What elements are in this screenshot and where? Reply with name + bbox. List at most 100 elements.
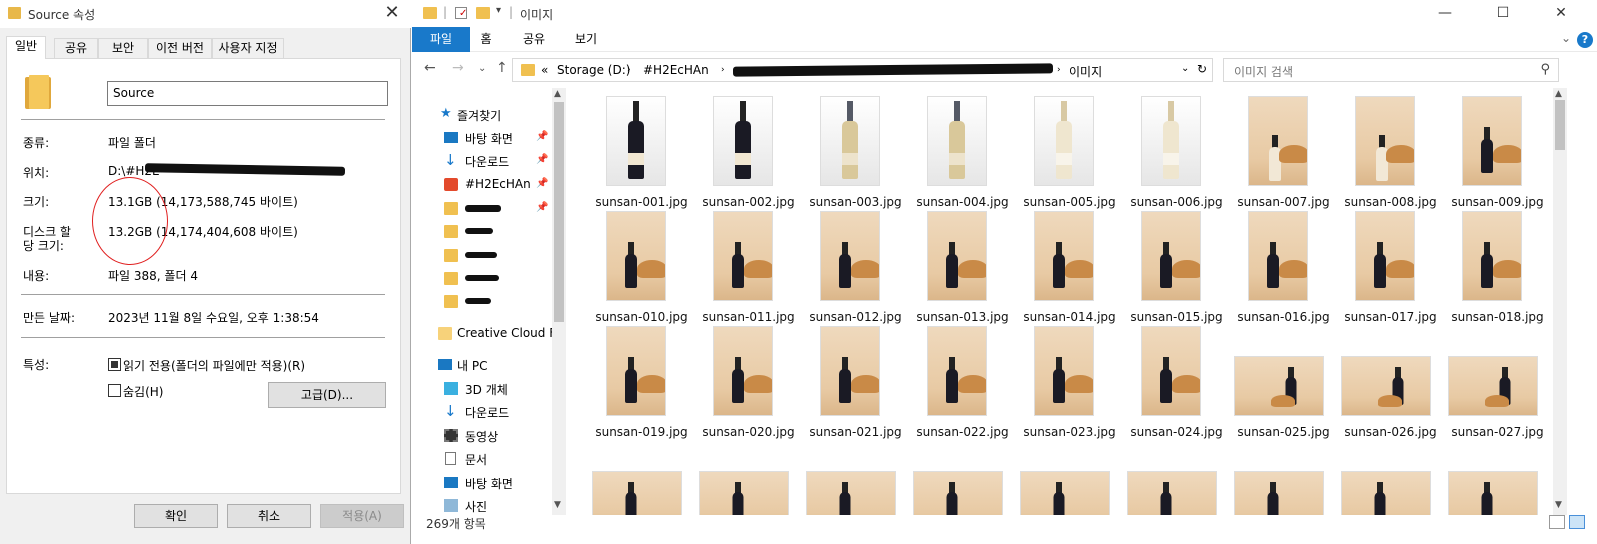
file-tile[interactable]: sunsan-003.jpg [802, 94, 909, 209]
address-overflow[interactable]: « [541, 63, 548, 77]
readonly-checkbox[interactable] [108, 358, 121, 371]
file-tile[interactable]: sunsan-013.jpg [909, 209, 1016, 324]
recent-locations-icon[interactable]: ⌄ [478, 63, 486, 74]
file-tile[interactable]: sunsan-012.jpg [802, 209, 909, 324]
folder-name-input[interactable]: Source [107, 81, 388, 106]
breadcrumb-chevron-icon[interactable]: › [721, 65, 725, 75]
file-tile[interactable] [1444, 439, 1551, 515]
cancel-button[interactable]: 취소 [227, 504, 311, 528]
apply-button[interactable]: 적용(A) [320, 504, 404, 528]
breadcrumb-folder[interactable]: #H2EcHAn [643, 63, 709, 77]
file-tile[interactable] [1230, 439, 1337, 515]
minimize-button[interactable]: — [1430, 3, 1460, 23]
tab-share[interactable]: 공유 [516, 27, 552, 52]
file-tile[interactable]: sunsan-005.jpg [1016, 94, 1123, 209]
address-dropdown-icon[interactable]: ⌄ [1181, 63, 1189, 74]
file-tile[interactable]: sunsan-022.jpg [909, 324, 1016, 439]
file-tile[interactable]: sunsan-017.jpg [1337, 209, 1444, 324]
file-tile[interactable]: sunsan-023.jpg [1016, 324, 1123, 439]
nav-documents[interactable]: 문서 [412, 448, 552, 470]
scrollbar-thumb[interactable] [1555, 100, 1565, 150]
file-tile[interactable] [1123, 439, 1230, 515]
file-tile[interactable]: sunsan-015.jpg [1123, 209, 1230, 324]
advanced-button[interactable]: 고급(D)... [268, 382, 386, 408]
quick-access-dropdown-icon[interactable]: ▾ [496, 5, 501, 16]
nav-redacted-folder[interactable]: 📌 [412, 198, 552, 220]
tab-file[interactable]: 파일 [412, 27, 470, 52]
nav-quick-access[interactable]: ★ 즐겨찾기 [412, 104, 552, 126]
file-tile[interactable]: sunsan-001.jpg [588, 94, 695, 209]
tab-security[interactable]: 보안 [98, 38, 148, 58]
file-tile[interactable] [695, 439, 802, 515]
help-icon[interactable]: ? [1577, 32, 1593, 48]
breadcrumb-chevron-icon[interactable]: › [1057, 65, 1061, 75]
new-folder-icon[interactable] [476, 7, 490, 19]
address-bar[interactable]: « Storage (D:) › #H2EcHAn › › 이미지 ⌄ ↻ [512, 58, 1213, 82]
file-tile[interactable]: sunsan-008.jpg [1337, 94, 1444, 209]
nav-redacted-folder[interactable] [412, 291, 552, 313]
hidden-checkbox[interactable] [108, 384, 121, 397]
back-arrow-icon[interactable]: ← [424, 60, 436, 76]
nav-scrollbar[interactable]: ▲ ▼ [552, 88, 566, 515]
up-arrow-icon[interactable]: ↑ [496, 60, 508, 76]
nav-redacted-folder[interactable] [412, 221, 552, 243]
file-tile[interactable] [1016, 439, 1123, 515]
scrollbar-thumb[interactable] [554, 102, 564, 322]
ribbon-expand-icon[interactable]: ⌄ [1561, 31, 1571, 45]
file-tile[interactable]: sunsan-014.jpg [1016, 209, 1123, 324]
properties-quick-icon[interactable]: ✓ [455, 7, 467, 19]
file-tile[interactable]: sunsan-010.jpg [588, 209, 695, 324]
file-tile[interactable]: sunsan-016.jpg [1230, 209, 1337, 324]
forward-arrow-icon[interactable]: → [452, 60, 464, 76]
file-tile[interactable]: sunsan-007.jpg [1230, 94, 1337, 209]
pin-icon[interactable]: 📌 [536, 154, 548, 165]
file-tile[interactable]: sunsan-021.jpg [802, 324, 909, 439]
pin-icon[interactable]: 📌 [536, 202, 548, 213]
tab-customize[interactable]: 사용자 지정 [212, 38, 284, 58]
details-view-icon[interactable] [1549, 515, 1565, 529]
pin-icon[interactable]: 📌 [536, 178, 548, 189]
nav-this-pc[interactable]: 내 PC [412, 354, 552, 376]
file-tile[interactable]: sunsan-026.jpg [1337, 324, 1444, 439]
refresh-icon[interactable]: ↻ [1197, 62, 1207, 76]
scroll-down-icon[interactable]: ▼ [554, 500, 561, 510]
nav-downloads[interactable]: ↓ 다운로드 📌 [412, 150, 552, 172]
file-tile[interactable]: sunsan-004.jpg [909, 94, 1016, 209]
file-tile[interactable]: sunsan-019.jpg [588, 324, 695, 439]
file-tile[interactable] [909, 439, 1016, 515]
tab-view[interactable]: 보기 [570, 27, 602, 52]
file-tile[interactable]: sunsan-027.jpg [1444, 324, 1551, 439]
nav-pictures[interactable]: 사진 [412, 495, 552, 517]
scroll-down-icon[interactable]: ▼ [1555, 500, 1562, 510]
pin-icon[interactable]: 📌 [536, 131, 548, 142]
file-tile[interactable]: sunsan-025.jpg [1230, 324, 1337, 439]
nav-redacted-folder[interactable] [412, 245, 552, 267]
file-tile[interactable] [588, 439, 695, 515]
file-tile[interactable]: sunsan-024.jpg [1123, 324, 1230, 439]
tab-home[interactable]: 홈 [474, 27, 498, 52]
file-tile[interactable]: sunsan-020.jpg [695, 324, 802, 439]
file-tile[interactable] [802, 439, 909, 515]
file-tile[interactable]: sunsan-002.jpg [695, 94, 802, 209]
file-tile[interactable]: sunsan-006.jpg [1123, 94, 1230, 209]
nav-downloads-pc[interactable]: ↓ 다운로드 [412, 401, 552, 423]
content-scrollbar[interactable]: ▲ ▼ [1553, 88, 1567, 515]
tab-previous-versions[interactable]: 이전 버전 [148, 38, 212, 58]
scroll-up-icon[interactable]: ▲ [1555, 89, 1562, 99]
close-button[interactable]: ✕ [1546, 3, 1576, 23]
search-box[interactable]: 이미지 검색 ⚲ [1223, 58, 1559, 82]
file-tile[interactable]: sunsan-011.jpg [695, 209, 802, 324]
scroll-up-icon[interactable]: ▲ [554, 89, 561, 99]
nav-h2echan[interactable]: #H2EcHAn 📌 [412, 174, 552, 196]
nav-desktop-pc[interactable]: 바탕 화면 [412, 472, 552, 494]
close-button[interactable]: ✕ [381, 2, 403, 24]
nav-videos[interactable]: 동영상 [412, 425, 552, 447]
large-icons-view-icon[interactable] [1569, 515, 1585, 529]
tab-sharing[interactable]: 공유 [54, 38, 98, 58]
nav-desktop[interactable]: 바탕 화면 📌 [412, 127, 552, 149]
breadcrumb-current[interactable]: 이미지 [1069, 63, 1102, 80]
nav-redacted-folder[interactable] [412, 268, 552, 290]
maximize-button[interactable]: ☐ [1488, 3, 1518, 23]
file-tile[interactable]: sunsan-018.jpg [1444, 209, 1551, 324]
breadcrumb-drive[interactable]: Storage (D:) [557, 63, 630, 77]
